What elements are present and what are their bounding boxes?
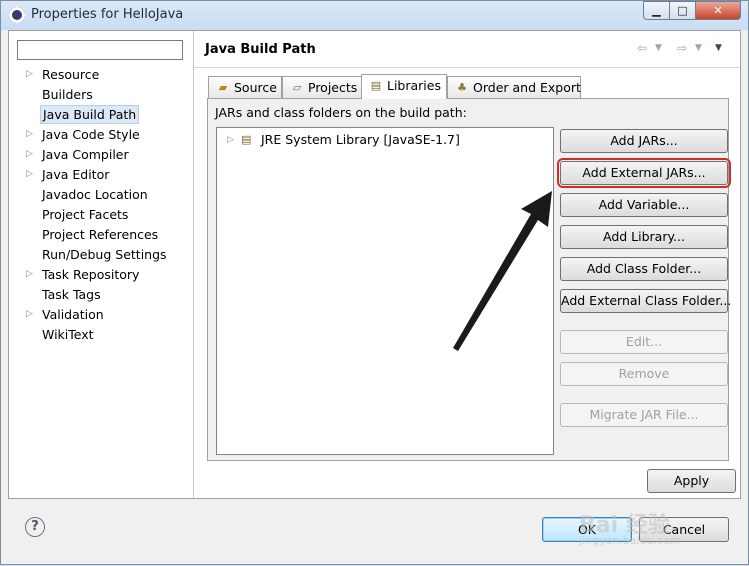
add-class-folder-button[interactable]: Add Class Folder... xyxy=(560,257,728,281)
add-external-class-folder-button[interactable]: Add External Class Folder... xyxy=(560,289,731,313)
property-sidebar: ▷ Resource Builders Java Build Path ▷ Java Co… xyxy=(9,31,194,498)
dialog-client-area: ▷ Resource Builders Java Build Path ▷ Java Co… xyxy=(8,30,741,499)
minimize-button[interactable]: ▁ xyxy=(643,1,670,20)
sidebar-item-label: Validation xyxy=(42,307,104,322)
sidebar-item-label: Resource xyxy=(42,67,100,82)
libraries-panel: JARs and class folders on the build path… xyxy=(207,98,731,461)
add-library-button[interactable]: Add Library... xyxy=(560,225,728,249)
view-menu-icon[interactable]: ▼ xyxy=(715,43,722,53)
back-arrow-icon[interactable]: ⇦ xyxy=(637,41,647,55)
forward-arrow-icon[interactable]: ⇨ xyxy=(677,41,687,55)
order-export-icon: ♣ xyxy=(457,81,467,94)
expand-arrow-icon[interactable]: ▷ xyxy=(26,305,36,324)
remove-button[interactable]: Remove xyxy=(560,362,728,386)
forward-menu-icon[interactable]: ▼ xyxy=(695,43,702,53)
expand-arrow-icon[interactable]: ▷ xyxy=(26,125,36,144)
header-separator xyxy=(194,67,740,68)
expand-arrow-icon[interactable]: ▷ xyxy=(26,165,36,184)
add-external-jars-button[interactable]: Add External JARs... xyxy=(557,158,731,188)
sidebar-item-label: Task Repository xyxy=(42,267,140,282)
projects-icon: ▱ xyxy=(292,81,302,94)
watermark-url: jingyan.baidu.com xyxy=(579,534,681,547)
add-jars-button[interactable]: Add JARs... xyxy=(560,129,728,153)
edit-button[interactable]: Edit... xyxy=(560,330,728,354)
libraries-list[interactable]: ▷ ▤ JRE System Library [JavaSE-1.7] xyxy=(216,127,554,455)
sidebar-item-label: Javadoc Location xyxy=(42,187,148,202)
libraries-label: JARs and class folders on the build path… xyxy=(215,105,467,120)
sidebar-item-label: Java Code Style xyxy=(42,127,140,142)
library-icon: ▤ xyxy=(241,133,252,146)
expand-arrow-icon[interactable]: ▷ xyxy=(26,145,36,164)
apply-button[interactable]: Apply xyxy=(647,469,736,493)
tab-projects[interactable]: ▱ Projects xyxy=(282,76,362,98)
libraries-icon: ▤ xyxy=(370,79,382,92)
properties-dialog: Properties for HelloJava ▁ □ ✕ ▷ Resource… xyxy=(0,0,749,565)
sidebar-item-label: Task Tags xyxy=(42,287,101,302)
eclipse-app-icon xyxy=(9,7,25,23)
add-variable-button[interactable]: Add Variable... xyxy=(560,193,728,217)
expand-arrow-icon[interactable]: ▷ xyxy=(26,265,36,284)
back-menu-icon[interactable]: ▼ xyxy=(655,43,662,53)
tab-order-and-export[interactable]: ♣ Order and Export xyxy=(447,76,581,98)
migrate-jar-button[interactable]: Migrate JAR File... xyxy=(560,403,728,427)
close-button[interactable]: ✕ xyxy=(695,1,741,20)
sidebar-item-label: Project Facets xyxy=(42,207,129,222)
sidebar-item-label: Builders xyxy=(42,87,93,102)
expand-arrow-icon[interactable]: ▷ xyxy=(26,65,36,84)
source-folder-icon: ▰ xyxy=(218,81,228,94)
window-title: Properties for HelloJava xyxy=(31,7,184,22)
sidebar-item-label: WikiText xyxy=(42,327,94,342)
tab-libraries[interactable]: ▤ Libraries xyxy=(361,74,447,99)
sidebar-item-label: Java Editor xyxy=(42,167,110,182)
page-title: Java Build Path xyxy=(205,42,316,57)
sidebar-item-label: Project References xyxy=(42,227,159,242)
help-icon[interactable]: ? xyxy=(25,517,45,537)
title-bar: Properties for HelloJava ▁ □ ✕ xyxy=(1,1,748,30)
page-navigation: ⇦ ▼ ⇨ ▼ ▼ xyxy=(637,41,737,57)
sidebar-item-label: Run/Debug Settings xyxy=(42,247,167,262)
tab-source[interactable]: ▰ Source xyxy=(208,76,282,98)
sidebar-item-label: Java Compiler xyxy=(42,147,129,162)
sidebar-item-label: Java Build Path xyxy=(40,105,140,124)
build-path-page: Java Build Path ⇦ ▼ ⇨ ▼ ▼ ▰ Source ▱ Pro… xyxy=(194,31,740,498)
filter-input[interactable] xyxy=(17,40,183,60)
expand-arrow-icon[interactable]: ▷ xyxy=(227,131,234,149)
maximize-button[interactable]: □ xyxy=(669,1,696,20)
